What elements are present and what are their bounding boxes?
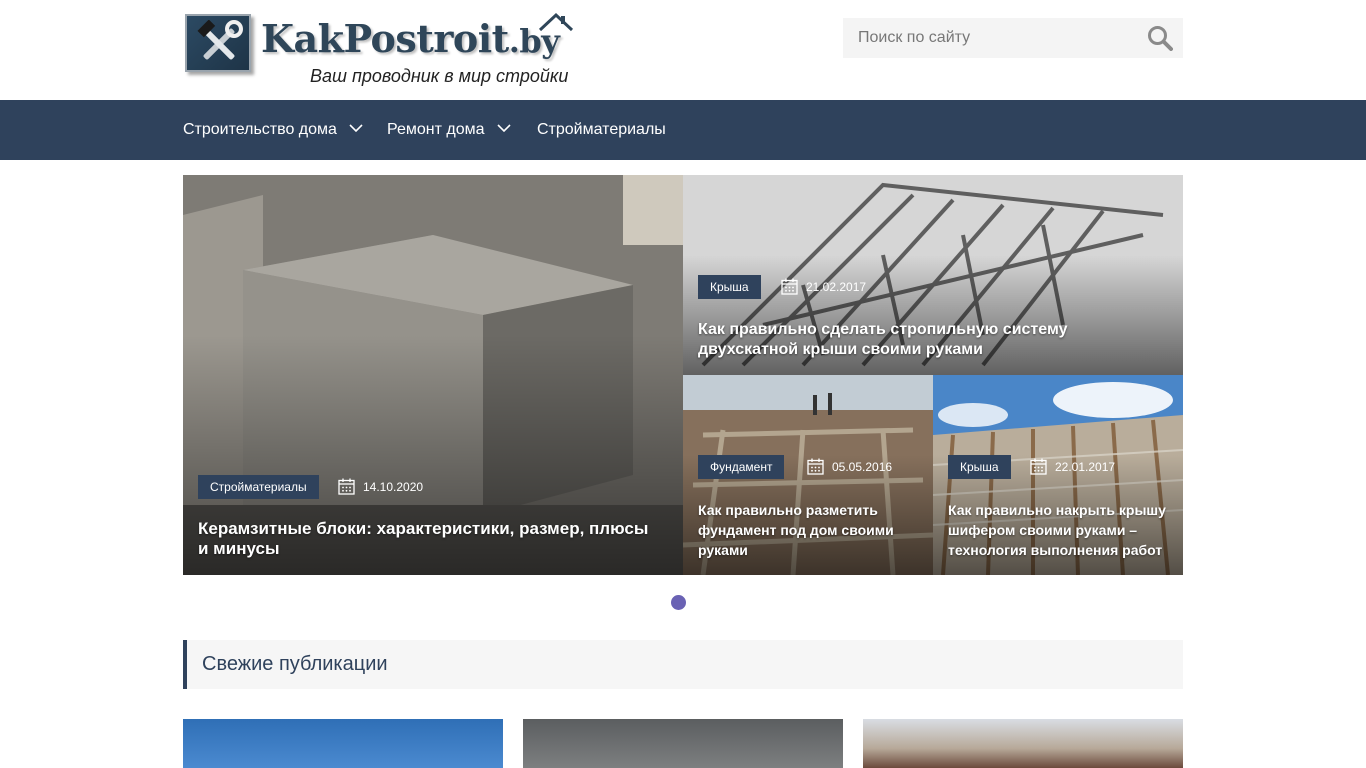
slider-dot-active[interactable] [671,595,686,610]
tools-icon [185,14,251,72]
featured-card[interactable]: Стройматериалы 14.10.2020 Керамзитные бл… [183,175,683,575]
calendar-icon [1030,458,1047,475]
search-icon [1148,26,1173,51]
search-input[interactable] [843,18,1133,58]
featured-card[interactable]: Фундамент 05.05.2016 Как правильно разме… [683,375,933,575]
section-title: Свежие публикации [202,653,388,675]
card-title[interactable]: Как правильно сделать стропильную систем… [698,320,1168,360]
nav-item-construction[interactable]: Строительство дома [183,100,363,160]
card-title[interactable]: Как правильно накрыть крышу шифером свои… [948,500,1176,560]
date-text: 14.10.2020 [363,480,424,494]
main-nav: Строительство дома Ремонт дома Строймате… [0,100,1366,160]
category-badge[interactable]: Фундамент [698,455,785,479]
card-title[interactable]: Как правильно разметить фундамент под до… [698,500,923,560]
date-text: 05.05.2016 [832,460,893,474]
logo-name: KakPostroit [261,16,509,61]
card-title[interactable]: Керамзитные блоки: характеристики, разме… [198,519,658,559]
featured-card[interactable]: Крыша 21.02.2017 Как правильно сделать с… [683,175,1183,375]
featured-card[interactable]: Крыша 22.01.2017 Как правильно накрыть к… [933,375,1183,575]
post-thumbnail[interactable] [863,719,1183,768]
house-icon [538,12,574,32]
featured-slider: Стройматериалы 14.10.2020 Керамзитные бл… [183,175,1183,575]
calendar-icon [781,278,798,295]
calendar-icon [338,478,355,495]
site-logo[interactable]: KakPostroit.by Ваш проводник в мир строй… [183,12,575,90]
date-text: 21.02.2017 [806,280,867,294]
category-badge[interactable]: Крыша [948,455,1011,479]
site-header: KakPostroit.by Ваш проводник в мир строй… [0,0,1366,100]
chevron-down-icon [497,124,511,132]
logo-wordmark: KakPostroit.by [261,16,560,61]
nav-item-repair[interactable]: Ремонт дома [387,100,511,160]
post-date: 22.01.2017 [1030,455,1115,479]
date-text: 22.01.2017 [1055,460,1116,474]
search-button[interactable] [1147,25,1173,51]
category-badge[interactable]: Крыша [698,275,761,299]
search-box [843,18,1183,58]
category-badge[interactable]: Стройматериалы [198,475,319,499]
calendar-icon [807,458,824,475]
post-thumbnail[interactable] [523,719,843,768]
post-date: 05.05.2016 [807,455,892,479]
section-header-fresh: Свежие публикации [183,640,1183,689]
post-thumbnail[interactable] [183,719,503,768]
post-date: 21.02.2017 [781,275,866,299]
nav-item-materials[interactable]: Стройматериалы [537,100,666,160]
post-date: 14.10.2020 [338,475,423,499]
nav-item-label: Ремонт дома [387,121,485,138]
nav-item-label: Стройматериалы [537,121,666,138]
logo-tagline: Ваш проводник в мир стройки [310,66,569,86]
nav-item-label: Строительство дома [183,121,337,138]
chevron-down-icon [349,124,363,132]
